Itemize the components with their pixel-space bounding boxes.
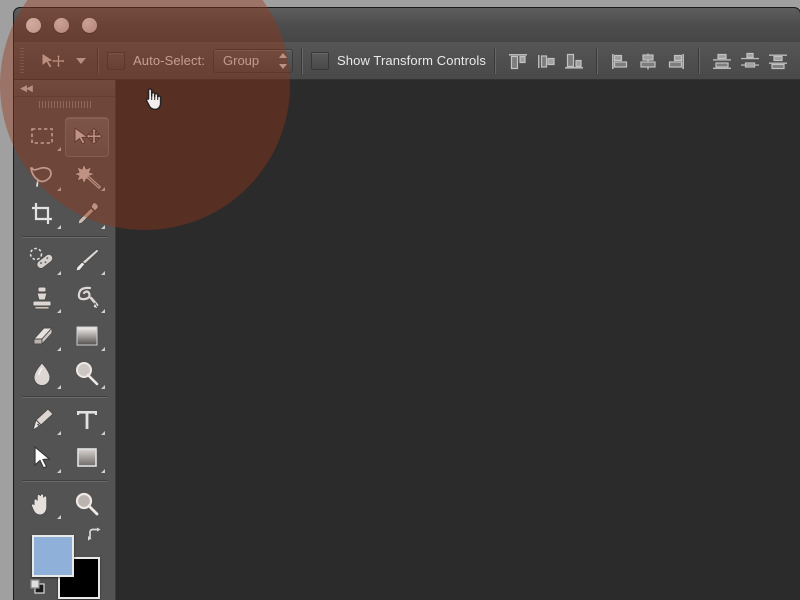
options-separator-2 bbox=[301, 47, 304, 74]
dodge-tool[interactable] bbox=[65, 355, 110, 393]
flyout-corner-icon bbox=[101, 271, 105, 275]
flyout-corner-icon bbox=[101, 469, 105, 473]
pen-tool[interactable] bbox=[20, 401, 65, 439]
flyout-corner-icon bbox=[101, 225, 105, 229]
lasso-tool[interactable] bbox=[20, 157, 65, 195]
flyout-corner-icon bbox=[56, 225, 61, 229]
rectangle-shape-tool[interactable] bbox=[65, 439, 110, 477]
tool-group-retouch-paint bbox=[14, 241, 115, 393]
align-horizontal-centers-button[interactable] bbox=[634, 47, 662, 75]
color-swatches-area bbox=[14, 527, 115, 599]
show-transform-controls-label: Show Transform Controls bbox=[337, 53, 486, 68]
zoom-button[interactable] bbox=[82, 18, 97, 33]
auto-select-checkbox[interactable] bbox=[107, 51, 125, 70]
flyout-corner-icon bbox=[56, 271, 61, 275]
crop-tool[interactable] bbox=[20, 195, 65, 233]
align-top-edges-button[interactable] bbox=[504, 47, 532, 75]
flyout-corner-icon bbox=[56, 515, 61, 519]
auto-select-value: Group bbox=[223, 53, 260, 68]
tools-divider-3 bbox=[22, 480, 107, 482]
options-separator-1 bbox=[97, 47, 99, 74]
default-colors-icon[interactable] bbox=[30, 579, 46, 595]
photoshop-window: Auto-Select: Group Show Transform Contro… bbox=[14, 8, 800, 600]
brush-tool[interactable] bbox=[65, 241, 110, 279]
align-bottom-edges-button[interactable] bbox=[560, 47, 588, 75]
flyout-corner-icon bbox=[56, 309, 61, 313]
auto-select-dropdown[interactable]: Group bbox=[213, 48, 294, 73]
align-vertical-group bbox=[504, 47, 588, 75]
flyout-corner-icon bbox=[101, 347, 105, 351]
flyout-corner-icon bbox=[101, 187, 105, 191]
options-bar: Auto-Select: Group Show Transform Contro… bbox=[14, 42, 800, 80]
clone-stamp-tool[interactable] bbox=[20, 279, 65, 317]
options-separator-3 bbox=[493, 47, 496, 74]
tool-group-vector-type bbox=[14, 401, 115, 477]
tool-group-selection bbox=[14, 117, 115, 233]
zoom-tool[interactable] bbox=[65, 485, 110, 523]
flyout-corner-icon bbox=[101, 431, 105, 435]
foreground-color-swatch[interactable] bbox=[32, 535, 74, 577]
auto-select-label: Auto-Select: bbox=[133, 53, 206, 68]
rectangular-marquee-tool[interactable] bbox=[20, 117, 65, 155]
options-bar-grip[interactable] bbox=[17, 47, 27, 74]
eraser-tool[interactable] bbox=[20, 317, 65, 355]
document-canvas[interactable] bbox=[115, 80, 800, 600]
move-tool-icon[interactable] bbox=[33, 47, 73, 75]
magic-wand-tool[interactable] bbox=[65, 157, 110, 195]
align-horizontal-group bbox=[606, 47, 690, 75]
tools-panel-grip[interactable] bbox=[38, 101, 91, 115]
flyout-corner-icon bbox=[56, 385, 61, 389]
tools-panel-header[interactable]: ◀◀ bbox=[14, 80, 115, 97]
flyout-corner-icon bbox=[56, 187, 61, 191]
distribute-group bbox=[708, 47, 792, 75]
flyout-corner-icon bbox=[101, 385, 105, 389]
distribute-top-edges-button[interactable] bbox=[708, 47, 736, 75]
flyout-corner-icon bbox=[101, 309, 105, 313]
screen-root: Auto-Select: Group Show Transform Contro… bbox=[0, 0, 800, 600]
tools-divider-2 bbox=[22, 396, 107, 398]
tool-preset-chevron-down-icon[interactable] bbox=[73, 57, 89, 64]
tools-panel: ◀◀ bbox=[14, 80, 116, 600]
flyout-corner-icon bbox=[56, 431, 61, 435]
close-button[interactable] bbox=[26, 18, 41, 33]
flyout-corner-icon bbox=[56, 347, 61, 351]
tools-divider-1 bbox=[22, 236, 107, 238]
align-left-edges-button[interactable] bbox=[606, 47, 634, 75]
horizontal-type-tool[interactable] bbox=[65, 401, 110, 439]
auto-select-stepper-icon[interactable] bbox=[279, 52, 288, 69]
eyedropper-tool[interactable] bbox=[65, 195, 110, 233]
swap-colors-icon[interactable] bbox=[87, 527, 103, 543]
blur-tool[interactable] bbox=[20, 355, 65, 393]
history-brush-tool[interactable] bbox=[65, 279, 110, 317]
path-selection-tool[interactable] bbox=[20, 439, 65, 477]
move-tool[interactable] bbox=[64, 117, 109, 157]
flyout-corner-icon bbox=[56, 147, 61, 151]
spot-healing-brush-tool[interactable] bbox=[20, 241, 65, 279]
minimize-button[interactable] bbox=[54, 18, 69, 33]
distribute-bottom-edges-button[interactable] bbox=[764, 47, 792, 75]
align-vertical-centers-button[interactable] bbox=[532, 47, 560, 75]
show-transform-controls-checkbox[interactable] bbox=[311, 51, 330, 70]
collapse-panel-icon[interactable]: ◀◀ bbox=[20, 83, 33, 93]
gradient-tool[interactable] bbox=[65, 317, 110, 355]
align-right-edges-button[interactable] bbox=[662, 47, 690, 75]
tool-group-navigation bbox=[14, 485, 115, 523]
options-separator-5 bbox=[697, 47, 700, 74]
options-separator-4 bbox=[595, 47, 598, 74]
window-titlebar bbox=[14, 8, 800, 43]
distribute-vertical-centers-button[interactable] bbox=[736, 47, 764, 75]
flyout-corner-icon bbox=[56, 469, 61, 473]
hand-tool[interactable] bbox=[20, 485, 65, 523]
